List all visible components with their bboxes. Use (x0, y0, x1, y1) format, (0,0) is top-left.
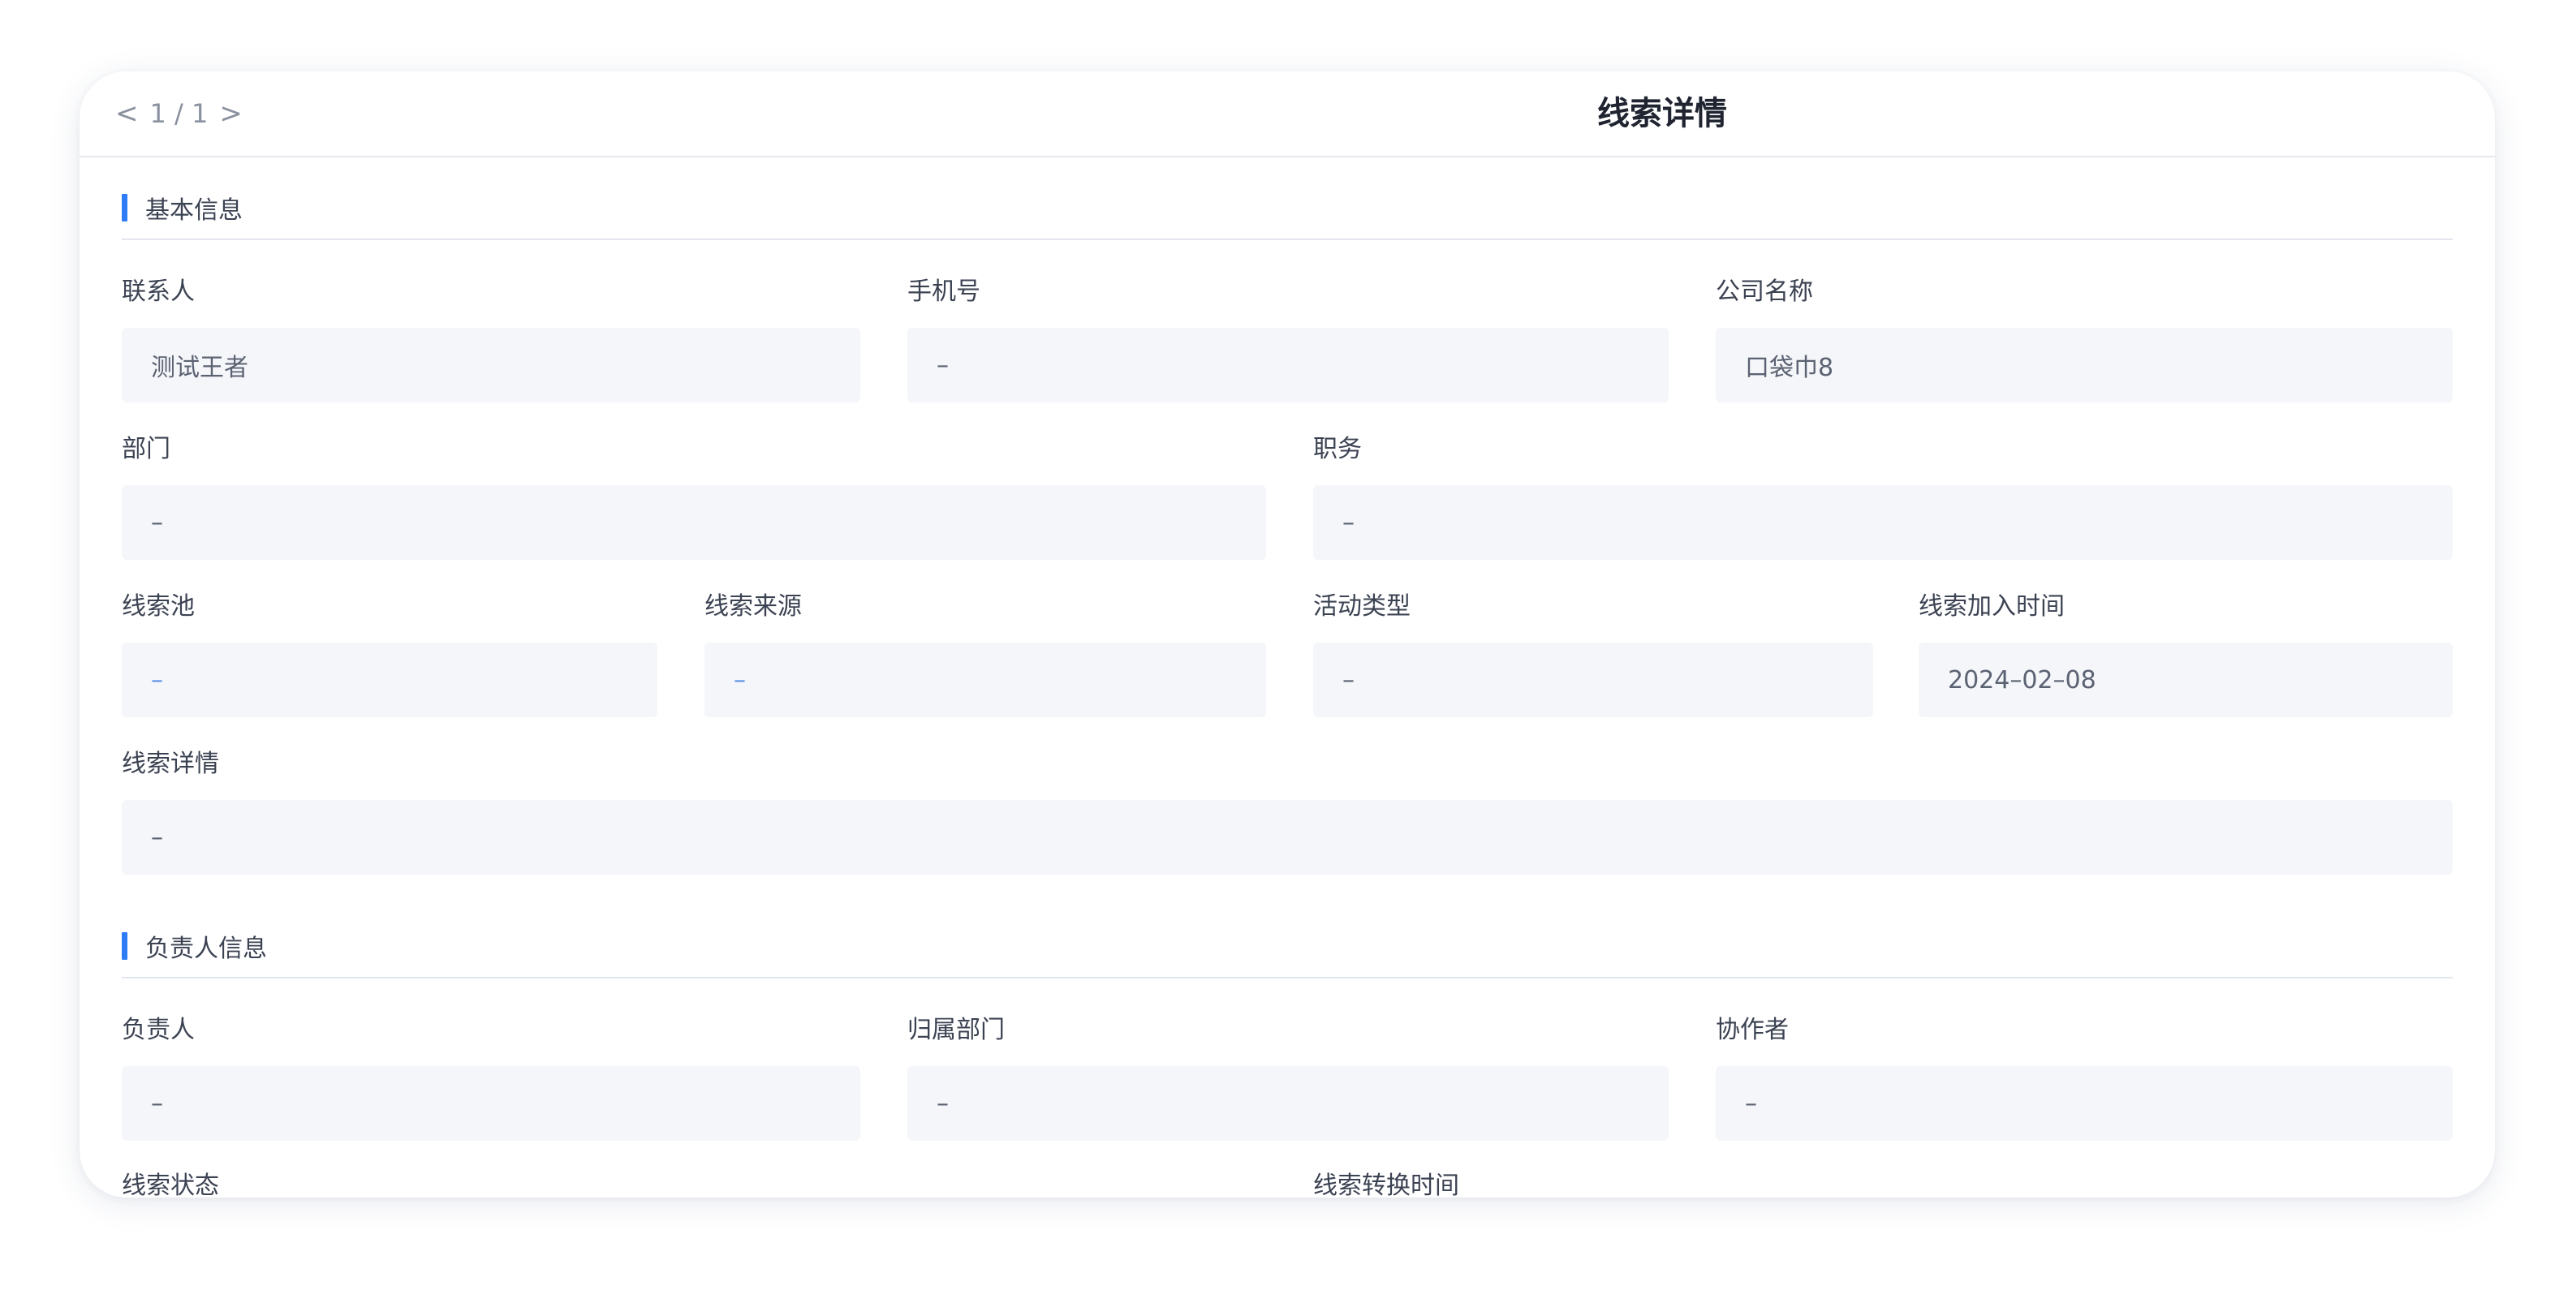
section-basic-info: 基本信息 (122, 191, 243, 225)
activity-field: – (1313, 643, 1873, 717)
lead-status-label: 线索状态 (122, 1172, 219, 1198)
source-field[interactable]: – (704, 643, 1266, 717)
company-label: 公司名称 (1716, 277, 1813, 306)
section-accent-bar (122, 932, 127, 960)
section-divider (122, 977, 2453, 978)
pool-field[interactable]: – (122, 643, 657, 717)
contact-field: 测试王者 (122, 328, 860, 402)
lead-detail-card: < 1 / 1 > 线索详情 基本信息 联系人 测试王者 手机号 – 公司名称 … (80, 71, 2495, 1198)
owner-field: – (122, 1066, 860, 1141)
detail-header: < 1 / 1 > 线索详情 (80, 71, 2495, 157)
detail-label: 线索详情 (122, 750, 219, 778)
section-divider (122, 239, 2453, 240)
pool-label: 线索池 (122, 592, 195, 621)
phone-label: 手机号 (907, 277, 980, 306)
collaborator-field: – (1716, 1066, 2453, 1141)
section-basic-info-title: 基本信息 (145, 196, 243, 225)
section-accent-bar (122, 194, 127, 221)
joined-time-field: 2024–02–08 (1919, 643, 2453, 717)
pager: < 1 / 1 > (115, 91, 243, 136)
section-owner-info: 负责人信息 (122, 930, 267, 963)
position-label: 职务 (1313, 435, 1362, 463)
dept-field: – (122, 485, 1266, 560)
source-label: 线索来源 (704, 592, 802, 621)
chevron-right-icon[interactable]: > (219, 97, 243, 130)
phone-field: – (907, 328, 1669, 402)
joined-time-label: 线索加入时间 (1919, 592, 2065, 621)
section-owner-info-title: 负责人信息 (145, 935, 267, 963)
owner-dept-label: 归属部门 (907, 1016, 1005, 1044)
collaborator-label: 协作者 (1716, 1016, 1789, 1044)
page-title: 线索详情 (1597, 95, 1727, 132)
owner-label: 负责人 (122, 1016, 195, 1044)
dept-label: 部门 (122, 435, 170, 463)
position-field: – (1313, 485, 2453, 560)
pager-text: 1 / 1 (149, 98, 209, 129)
convert-time-label: 线索转换时间 (1313, 1172, 1459, 1198)
contact-label: 联系人 (122, 277, 195, 306)
detail-field: – (122, 800, 2453, 875)
company-field: 口袋巾8 (1716, 328, 2453, 402)
activity-label: 活动类型 (1313, 592, 1411, 621)
owner-dept-field: – (907, 1066, 1669, 1141)
chevron-left-icon[interactable]: < (115, 97, 139, 130)
